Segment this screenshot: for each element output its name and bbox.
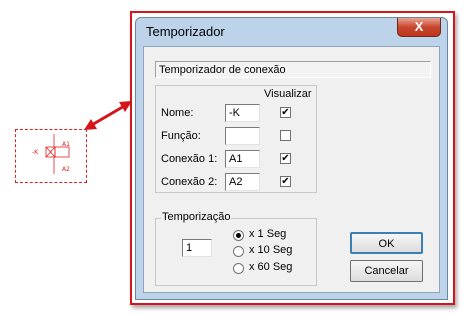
- nome-visualizar-checkbox[interactable]: ✔: [280, 107, 291, 118]
- relay-symbol-preview: -K A1 A2: [15, 129, 87, 183]
- double-arrow-icon: [84, 101, 132, 130]
- close-icon: X: [414, 19, 424, 34]
- conexao2-input[interactable]: A2: [225, 173, 260, 191]
- title-bar[interactable]: Temporizador X: [136, 18, 447, 46]
- nome-label: Nome:: [161, 107, 194, 119]
- ok-button[interactable]: OK: [350, 232, 423, 254]
- radio-x10-seg[interactable]: [233, 246, 244, 257]
- conexao1-input[interactable]: A1: [225, 150, 260, 168]
- dialog-client-area: Temporizador de conexão Visualizar Nome:…: [143, 46, 440, 293]
- temporizacao-legend: Temporização: [161, 211, 232, 223]
- radio-x10-seg-label: x 10 Seg: [249, 244, 293, 256]
- close-button[interactable]: X: [397, 18, 441, 37]
- funcao-input[interactable]: [225, 127, 260, 145]
- radio-x60-seg[interactable]: [233, 263, 244, 274]
- radio-x1-seg[interactable]: [233, 230, 244, 241]
- conexao2-visualizar-checkbox[interactable]: ✔: [280, 176, 291, 187]
- conexao1-label: Conexão 1:: [161, 153, 218, 165]
- cancel-button[interactable]: Cancelar: [350, 260, 423, 282]
- conexao1-visualizar-checkbox[interactable]: ✔: [280, 153, 291, 164]
- subtitle-field: Temporizador de conexão: [155, 61, 431, 78]
- temporizador-dialog: Temporizador X Temporizador de conexão V…: [135, 17, 448, 300]
- visualizar-header: Visualizar: [264, 88, 312, 100]
- radio-x1-seg-label: x 1 Seg: [249, 228, 287, 240]
- funcao-visualizar-checkbox[interactable]: [280, 130, 291, 141]
- radio-x60-seg-label: x 60 Seg: [249, 261, 293, 273]
- relay-coil-icon: [45, 134, 70, 174]
- temporizacao-value-input[interactable]: 1: [182, 239, 212, 257]
- nome-input[interactable]: -K: [225, 104, 260, 122]
- conexao2-label: Conexão 2:: [161, 176, 218, 188]
- funcao-label: Função:: [161, 130, 201, 142]
- window-title: Temporizador: [146, 24, 225, 39]
